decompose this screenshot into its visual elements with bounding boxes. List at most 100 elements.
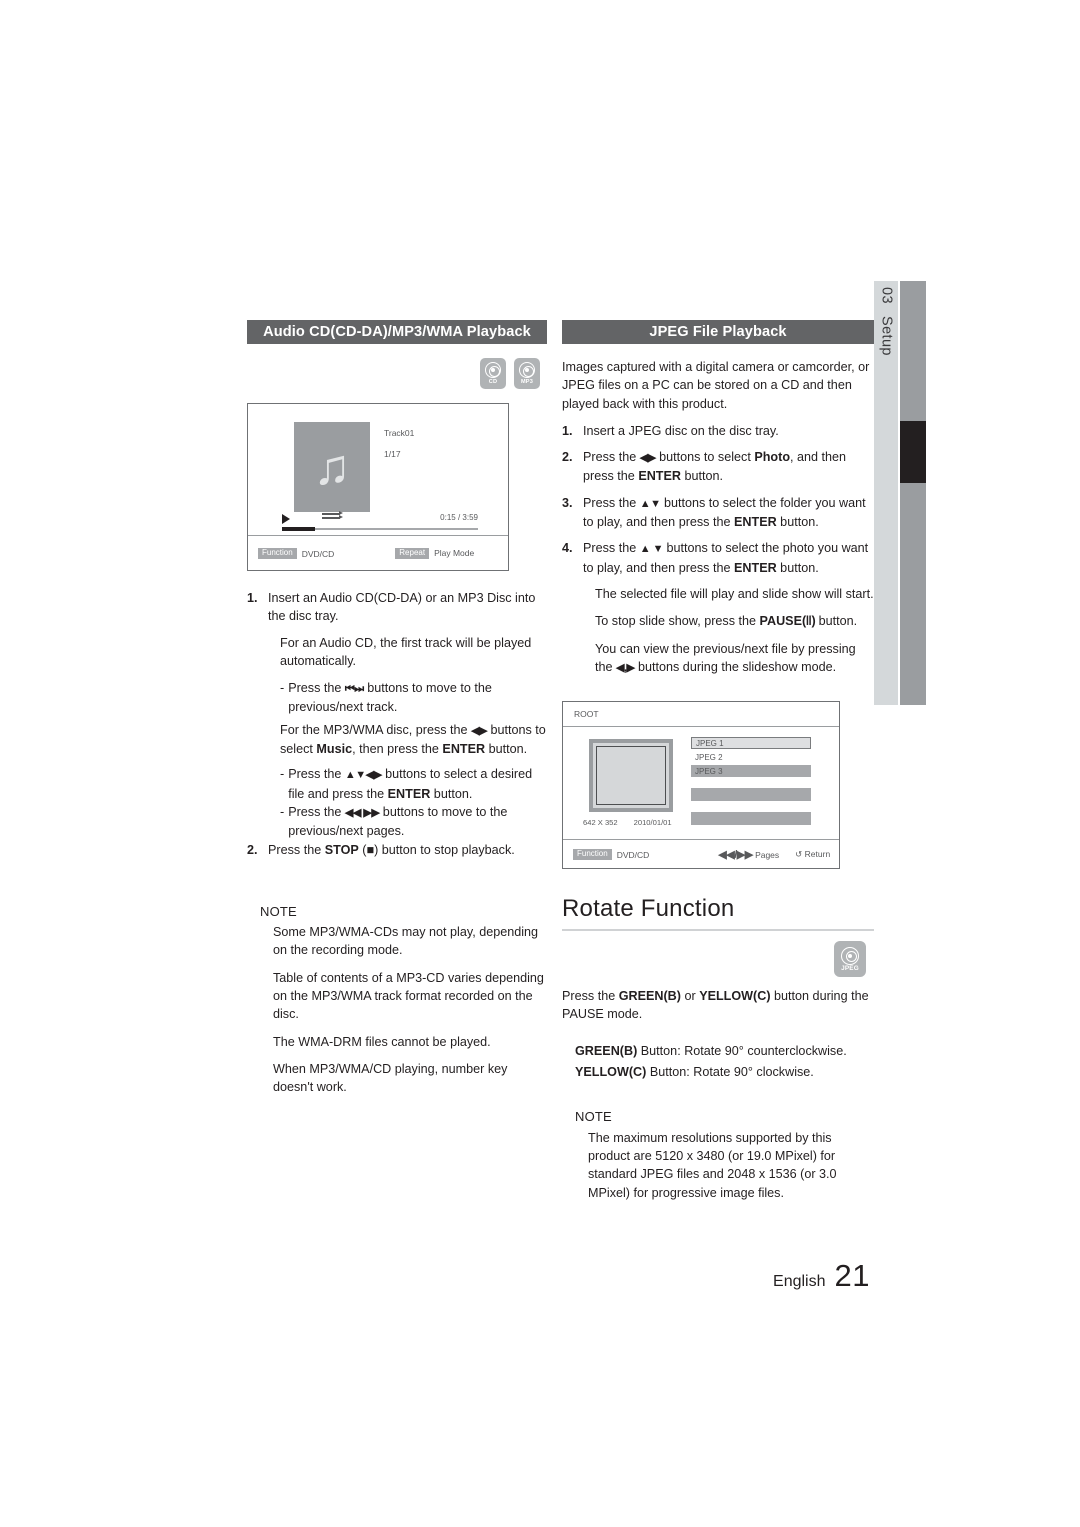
function-chip: Function: [573, 848, 612, 861]
t: or: [680, 989, 700, 1004]
t: Press the: [288, 681, 345, 696]
stop-slideshow-note: To stop slide show, press the PAUSE(‖) b…: [595, 612, 874, 630]
footer-language: English: [773, 1273, 826, 1290]
dash-bullet: -: [280, 804, 285, 819]
jpeg-browser-osd-mockup: ROOT 642 X 352 2010/01/01 JPEG 1 JPEG 2 …: [562, 701, 840, 870]
jpeg-badge-label: JPEG: [841, 964, 859, 972]
jpeg-step-2-text: Press the ◀▶ buttons to select Photo, an…: [583, 448, 874, 486]
pages-icon: ◀◀/▶▶: [718, 849, 753, 862]
photo-thumbnail-core: [596, 746, 666, 806]
jpeg-badge-row: JPEG: [562, 941, 874, 978]
file-list-item[interactable]: JPEG 2: [691, 751, 811, 763]
track-metadata: Track01 1/17: [384, 428, 414, 470]
time-separator: /: [457, 513, 461, 522]
rotate-function-section: Rotate Function JPEG Press the GREEN(B) …: [562, 895, 874, 1202]
dash-prev-next-pages: - Press the ◀◀ ▶▶ buttons to move to the…: [280, 803, 547, 841]
page-number: 21: [834, 1258, 870, 1293]
t: Button: Rotate 90° clockwise.: [646, 1065, 814, 1080]
track-index: 1/17: [384, 449, 401, 459]
green-button-bold: GREEN(B): [575, 1043, 638, 1058]
audio-note-block: NOTE Some MP3/WMA-CDs may not play, depe…: [260, 903, 547, 1097]
jpeg-step-1-text: Insert a JPEG disc on the disc tray.: [583, 423, 779, 438]
t: button.: [776, 560, 819, 575]
dash-select-file: - Press the ▲▼◀▶ buttons to select a des…: [280, 765, 547, 803]
dash-prev-next-track-text: Press the ⏮⏭ buttons to move to the prev…: [288, 679, 547, 717]
photo-bold: Photo: [754, 450, 791, 465]
jpeg-osd-footer-bar: Function DVD/CD ◀◀/▶▶ Pages ↺ Return: [563, 841, 839, 868]
transport-icons: 0:15 / 3:59: [282, 511, 478, 526]
t: Press the: [268, 842, 325, 857]
prev-next-file-note: You can view the previous/next file by p…: [595, 640, 874, 678]
jpeg-step-3: 3. Press the ▲▼ buttons to select the fo…: [562, 494, 874, 532]
t: , then press the: [352, 742, 443, 757]
progress-fill: [282, 527, 316, 531]
dpad-icons: ▲▼◀▶: [344, 769, 382, 782]
play-icon: [282, 514, 290, 524]
t: Press the: [562, 989, 619, 1004]
enter-bold: ENTER: [734, 560, 777, 575]
rotate-title-rule: [562, 929, 874, 932]
t: button.: [430, 786, 473, 801]
green-button-bold: GREEN(B): [618, 989, 681, 1004]
green-rotate-line: GREEN(B) Button: Rotate 90° counterclock…: [575, 1042, 874, 1060]
left-column: Audio CD(CD-DA)/MP3/WMA Playback CD MP3 …: [247, 320, 547, 1106]
osd-footer-bar: Function DVD/CD Repeat Play Mode: [248, 537, 508, 570]
step-2-number: 2.: [247, 842, 258, 857]
yellow-rotate-line: YELLOW(C) Button: Rotate 90° clockwise.: [575, 1063, 874, 1081]
jpeg-step-4-text: Press the ▲ ▼ buttons to select the phot…: [583, 539, 874, 577]
disc-icon: [485, 362, 501, 378]
file-list-item[interactable]: JPEG 3: [691, 765, 811, 778]
t: Press the: [583, 541, 640, 556]
stop-bold: STOP: [324, 842, 359, 857]
t: button.: [776, 515, 819, 530]
left-right-icons: ◀▶: [639, 452, 656, 465]
function-value: DVD/CD: [301, 548, 335, 559]
file-list-item[interactable]: JPEG 1: [691, 737, 811, 750]
music-note-icon: ♫: [313, 439, 351, 495]
rotate-note-block: NOTE The maximum resolutions supported b…: [575, 1108, 874, 1201]
step-2-text: Press the STOP (■) button to stop playba…: [268, 841, 547, 859]
function-value: DVD/CD: [616, 849, 650, 860]
note-heading: NOTE: [260, 903, 297, 919]
photo-info: 642 X 352 2010/01/01: [583, 818, 672, 827]
file-list-item-empty: [691, 812, 811, 826]
note-item: Table of contents of a MP3-CD varies dep…: [273, 970, 544, 1022]
jpeg-step-1-number: 1.: [562, 423, 573, 438]
step-1-text: Insert an Audio CD(CD-DA) or an MP3 Disc…: [268, 591, 536, 624]
prev-next-track-icons: ⏮⏭: [344, 683, 364, 696]
t: Press the: [583, 450, 640, 465]
note-items: The maximum resolutions supported by thi…: [588, 1129, 874, 1202]
mp3-wma-instruction: For the MP3/WMA disc, press the ◀▶ butto…: [280, 721, 547, 759]
return-icon: ↺: [795, 849, 803, 860]
pause-bold: PAUSE: [759, 614, 802, 629]
rewind-forward-icons: ◀◀ ▶▶: [344, 806, 380, 819]
disc-icon: [841, 946, 859, 965]
transport-bar: 0:15 / 3:59: [282, 511, 478, 531]
section-header-audio-playback: Audio CD(CD-DA)/MP3/WMA Playback: [247, 320, 547, 344]
photo-thumbnail: [589, 739, 673, 813]
jpeg-step-1: 1. Insert a JPEG disc on the disc tray.: [562, 422, 874, 440]
note-heading: NOTE: [575, 1109, 612, 1125]
return-label: Return: [804, 849, 831, 860]
osd-main-area: ♫ Track01 1/17 0:15 / 3:59: [248, 404, 508, 536]
pages-label: Pages: [755, 850, 780, 861]
photo-resolution: 642 X 352: [583, 818, 618, 828]
step-1: 1. Insert an Audio CD(CD-DA) or an MP3 D…: [247, 589, 547, 626]
pause-icon: (‖): [801, 614, 816, 629]
jpeg-step-2: 2. Press the ◀▶ buttons to select Photo,…: [562, 448, 874, 486]
album-art-placeholder: ♫: [294, 422, 370, 512]
osd-body-area: 642 X 352 2010/01/01 JPEG 1 JPEG 2 JPEG …: [563, 728, 839, 841]
jpeg-disc-badge: JPEG: [834, 941, 866, 978]
repeat-icon: [322, 511, 343, 521]
t: buttons during the slideshow mode.: [634, 659, 837, 674]
chapter-label: Setup: [878, 315, 895, 356]
up-down-icons: ▲▼: [639, 497, 661, 510]
dash-prev-next-track: - Press the ⏮⏭ buttons to move to the pr…: [280, 679, 547, 717]
dash-prev-next-pages-text: Press the ◀◀ ▶▶ buttons to move to the p…: [288, 803, 547, 841]
t: For the MP3/WMA disc, press the: [280, 722, 472, 737]
rotate-button-list: GREEN(B) Button: Rotate 90° counterclock…: [575, 1042, 874, 1082]
t: Button: Rotate 90° counterclockwise.: [637, 1043, 847, 1058]
step-1-number: 1.: [247, 591, 258, 605]
rotate-function-title: Rotate Function: [562, 895, 735, 923]
function-chip: Function: [258, 547, 297, 560]
